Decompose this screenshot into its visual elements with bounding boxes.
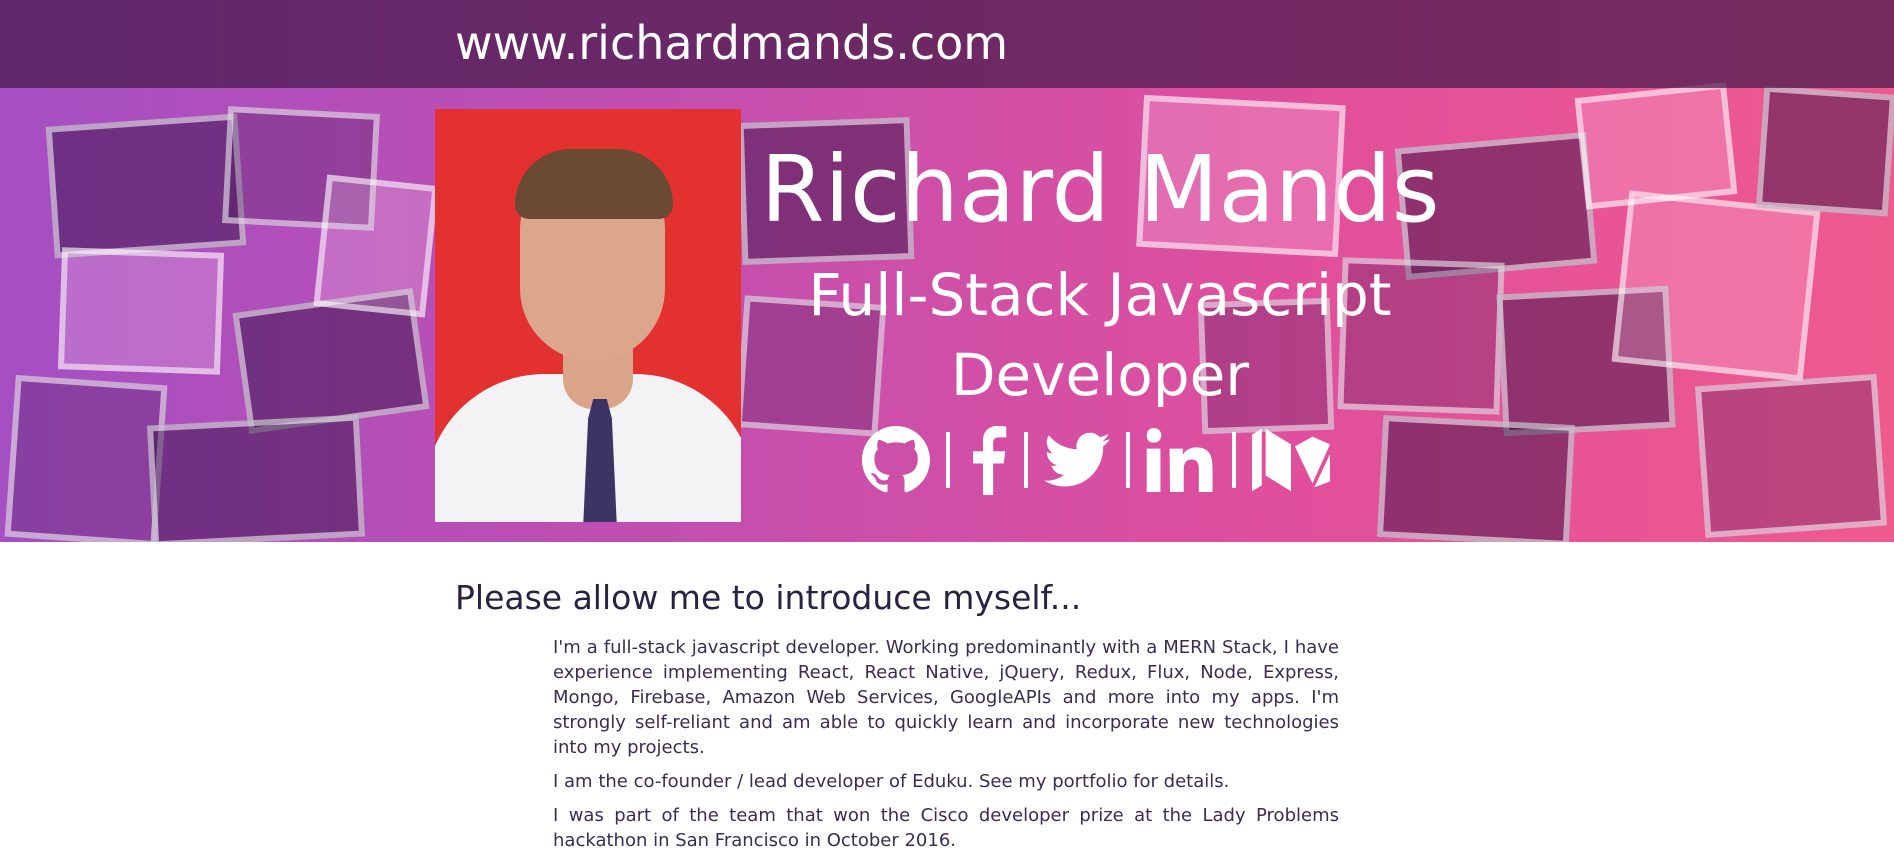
- profile-role-line2: Developer: [950, 341, 1250, 409]
- profile-role-line1: Full-Stack Javascript: [808, 261, 1392, 329]
- intro-paragraphs: I'm a full-stack javascript developer. W…: [553, 635, 1339, 862]
- medium-icon[interactable]: [1252, 424, 1330, 496]
- twitter-icon[interactable]: [1044, 424, 1110, 496]
- separator: [1126, 432, 1130, 488]
- intro-title: Please allow me to introduce myself...: [455, 578, 1082, 617]
- separator: [946, 432, 950, 488]
- top-bar: www.richardmands.com: [0, 0, 1894, 88]
- linkedin-icon[interactable]: [1146, 424, 1216, 496]
- separator: [1232, 432, 1236, 488]
- intro-paragraph: I am the co-founder / lead developer of …: [553, 771, 1230, 792]
- separator: [1024, 432, 1028, 488]
- profile-name: Richard Mands: [760, 136, 1440, 243]
- intro-section: Please allow me to introduce myself... I…: [0, 542, 1894, 851]
- intro-paragraph: I was part of the team that won the Cisc…: [553, 805, 1339, 851]
- social-links: [862, 424, 1330, 496]
- profile-role: Full-Stack Javascript Developer: [750, 255, 1450, 415]
- hero-banner: www.richardmands.com Richard Mands Full-…: [0, 0, 1894, 542]
- site-url[interactable]: www.richardmands.com: [455, 16, 1008, 70]
- github-icon[interactable]: [862, 424, 930, 496]
- intro-paragraph: I'm a full-stack javascript developer. W…: [553, 637, 1339, 758]
- facebook-icon[interactable]: [966, 424, 1008, 496]
